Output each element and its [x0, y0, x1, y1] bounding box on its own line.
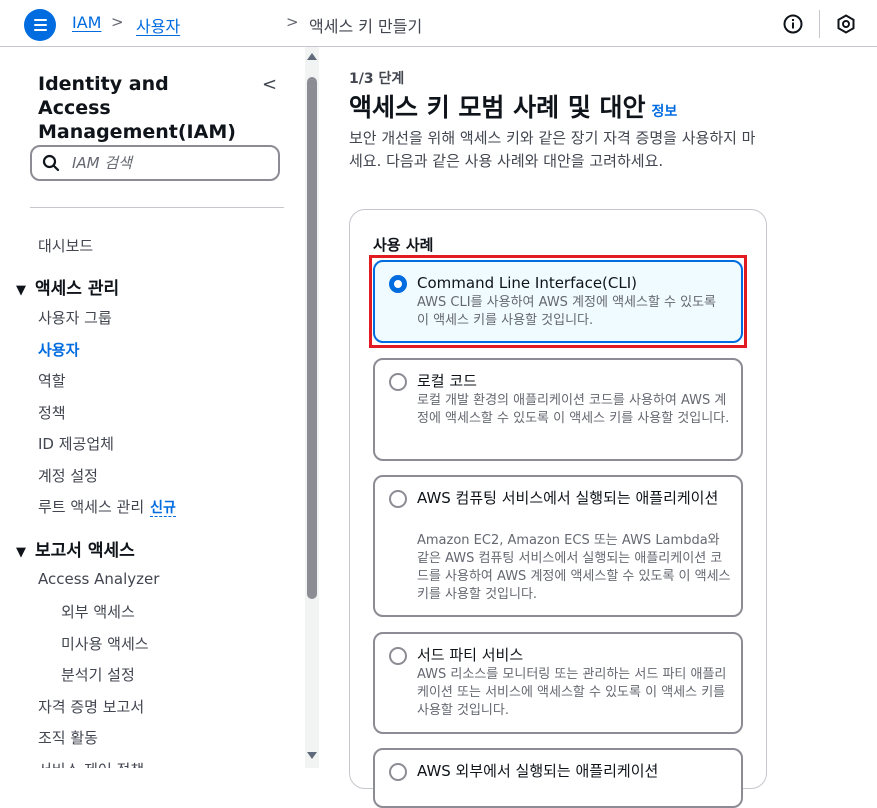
side-navigation: Identity and Access Management(IAM) < 대시… — [0, 47, 306, 768]
scroll-up-icon[interactable] — [307, 53, 317, 60]
collapse-sidebar-icon[interactable]: < — [262, 74, 277, 95]
option-title: 서드 파티 서비스 — [417, 646, 524, 664]
sidebar-item-credential-report[interactable]: 자격 증명 보고서 — [38, 696, 144, 717]
radio-icon[interactable] — [389, 647, 407, 665]
sidebar-title: Identity and Access Management(IAM) — [38, 73, 236, 143]
use-case-label: 사용 사례 — [373, 236, 434, 254]
search-icon — [42, 154, 60, 172]
sidebar-item-unused-access[interactable]: 미사용 액세스 — [61, 633, 149, 654]
sidebar-scrollbar[interactable] — [305, 47, 319, 768]
sidebar-item-analyzer-settings[interactable]: 분석기 설정 — [61, 664, 135, 685]
top-navigation: IAM > 사용자 > 액세스 키 만들기 — [0, 0, 877, 47]
option-title: AWS 외부에서 실행되는 애플리케이션 — [417, 762, 659, 780]
sidebar-item-label: 루트 액세스 관리 — [38, 498, 145, 516]
info-icon[interactable] — [783, 14, 803, 34]
option-description: Amazon EC2, Amazon ECS 또는 AWS Lambda와 같은… — [417, 533, 731, 602]
sidebar-item-root-access[interactable]: 루트 액세스 관리 신규 — [38, 496, 176, 517]
menu-icon[interactable] — [24, 9, 56, 41]
step-indicator: 1/3 단계 — [349, 71, 405, 87]
new-badge[interactable]: 신규 — [150, 500, 176, 517]
sidebar-item-roles[interactable]: 역할 — [38, 370, 66, 391]
selection-highlight — [369, 255, 747, 348]
radio-icon[interactable] — [389, 763, 407, 781]
search-input[interactable] — [72, 151, 272, 175]
option-description: AWS 리소스를 모니터링 또는 관리하는 서드 파티 애플리케이션 또는 서비… — [417, 667, 727, 718]
sidebar-divider — [30, 207, 284, 208]
option-local-code[interactable]: 로컬 코드 로컬 개발 환경의 애플리케이션 코드를 사용하여 AWS 계정에 … — [373, 358, 743, 461]
caret-down-icon: ▼ — [16, 545, 26, 560]
sidebar-item-account-settings[interactable]: 계정 설정 — [38, 465, 98, 486]
sidebar-section-access-management[interactable]: ▼ 액세스 관리 — [16, 274, 119, 299]
option-third-party[interactable]: 서드 파티 서비스 AWS 리소스를 모니터링 또는 관리하는 서드 파티 애플… — [373, 632, 743, 734]
sidebar-item-dashboard[interactable]: 대시보드 — [38, 235, 93, 256]
breadcrumb-separator-icon: > — [111, 13, 124, 31]
breadcrumb-users[interactable]: 사용자 — [136, 13, 180, 37]
caret-down-icon: ▼ — [16, 283, 26, 298]
option-title: 로컬 코드 — [417, 372, 477, 390]
scrollbar-thumb[interactable] — [307, 77, 317, 599]
option-title: AWS 컴퓨팅 서비스에서 실행되는 애플리케이션 — [417, 489, 719, 507]
sidebar-section-label: 액세스 관리 — [35, 279, 120, 299]
breadcrumb-current: 액세스 키 만들기 — [309, 17, 423, 36]
sidebar-item-org-activity[interactable]: 조직 활동 — [38, 727, 98, 748]
breadcrumb-separator-icon: > — [286, 13, 299, 31]
settings-icon[interactable] — [836, 14, 856, 34]
sidebar-item-scp[interactable]: 서비스 제어 정책 — [38, 759, 144, 768]
page-title: 액세스 키 모범 사례 및 대안 — [349, 93, 646, 122]
option-description: 로컬 개발 환경의 애플리케이션 코드를 사용하여 AWS 계정에 액세스할 수… — [417, 393, 730, 426]
breadcrumb-iam[interactable]: IAM — [72, 13, 101, 32]
sidebar-item-policies[interactable]: 정책 — [38, 402, 66, 423]
topbar-divider — [819, 10, 820, 38]
sidebar-item-users[interactable]: 사용자 — [38, 339, 79, 360]
sidebar-section-access-reports[interactable]: ▼ 보고서 액세스 — [16, 536, 135, 561]
search-field[interactable] — [30, 145, 280, 181]
sidebar-item-external-access[interactable]: 외부 액세스 — [61, 601, 135, 622]
scroll-down-icon[interactable] — [307, 752, 317, 759]
sidebar-item-user-groups[interactable]: 사용자 그룹 — [38, 307, 112, 328]
sidebar-section-label: 보고서 액세스 — [35, 541, 135, 561]
radio-icon[interactable] — [389, 373, 407, 391]
page-title-row: 액세스 키 모범 사례 및 대안 정보 — [349, 88, 677, 124]
page-description: 보안 개선을 위해 액세스 키와 같은 장기 자격 증명을 사용하지 마세요. … — [349, 129, 756, 170]
sidebar-item-access-analyzer[interactable]: Access Analyzer — [38, 570, 159, 588]
option-outside-aws[interactable]: AWS 외부에서 실행되는 애플리케이션 — [373, 748, 743, 808]
option-aws-compute[interactable]: AWS 컴퓨팅 서비스에서 실행되는 애플리케이션 Amazon EC2, Am… — [373, 475, 743, 617]
sidebar-item-id-providers[interactable]: ID 제공업체 — [38, 433, 114, 454]
radio-icon[interactable] — [389, 490, 407, 508]
info-link[interactable]: 정보 — [652, 104, 678, 120]
